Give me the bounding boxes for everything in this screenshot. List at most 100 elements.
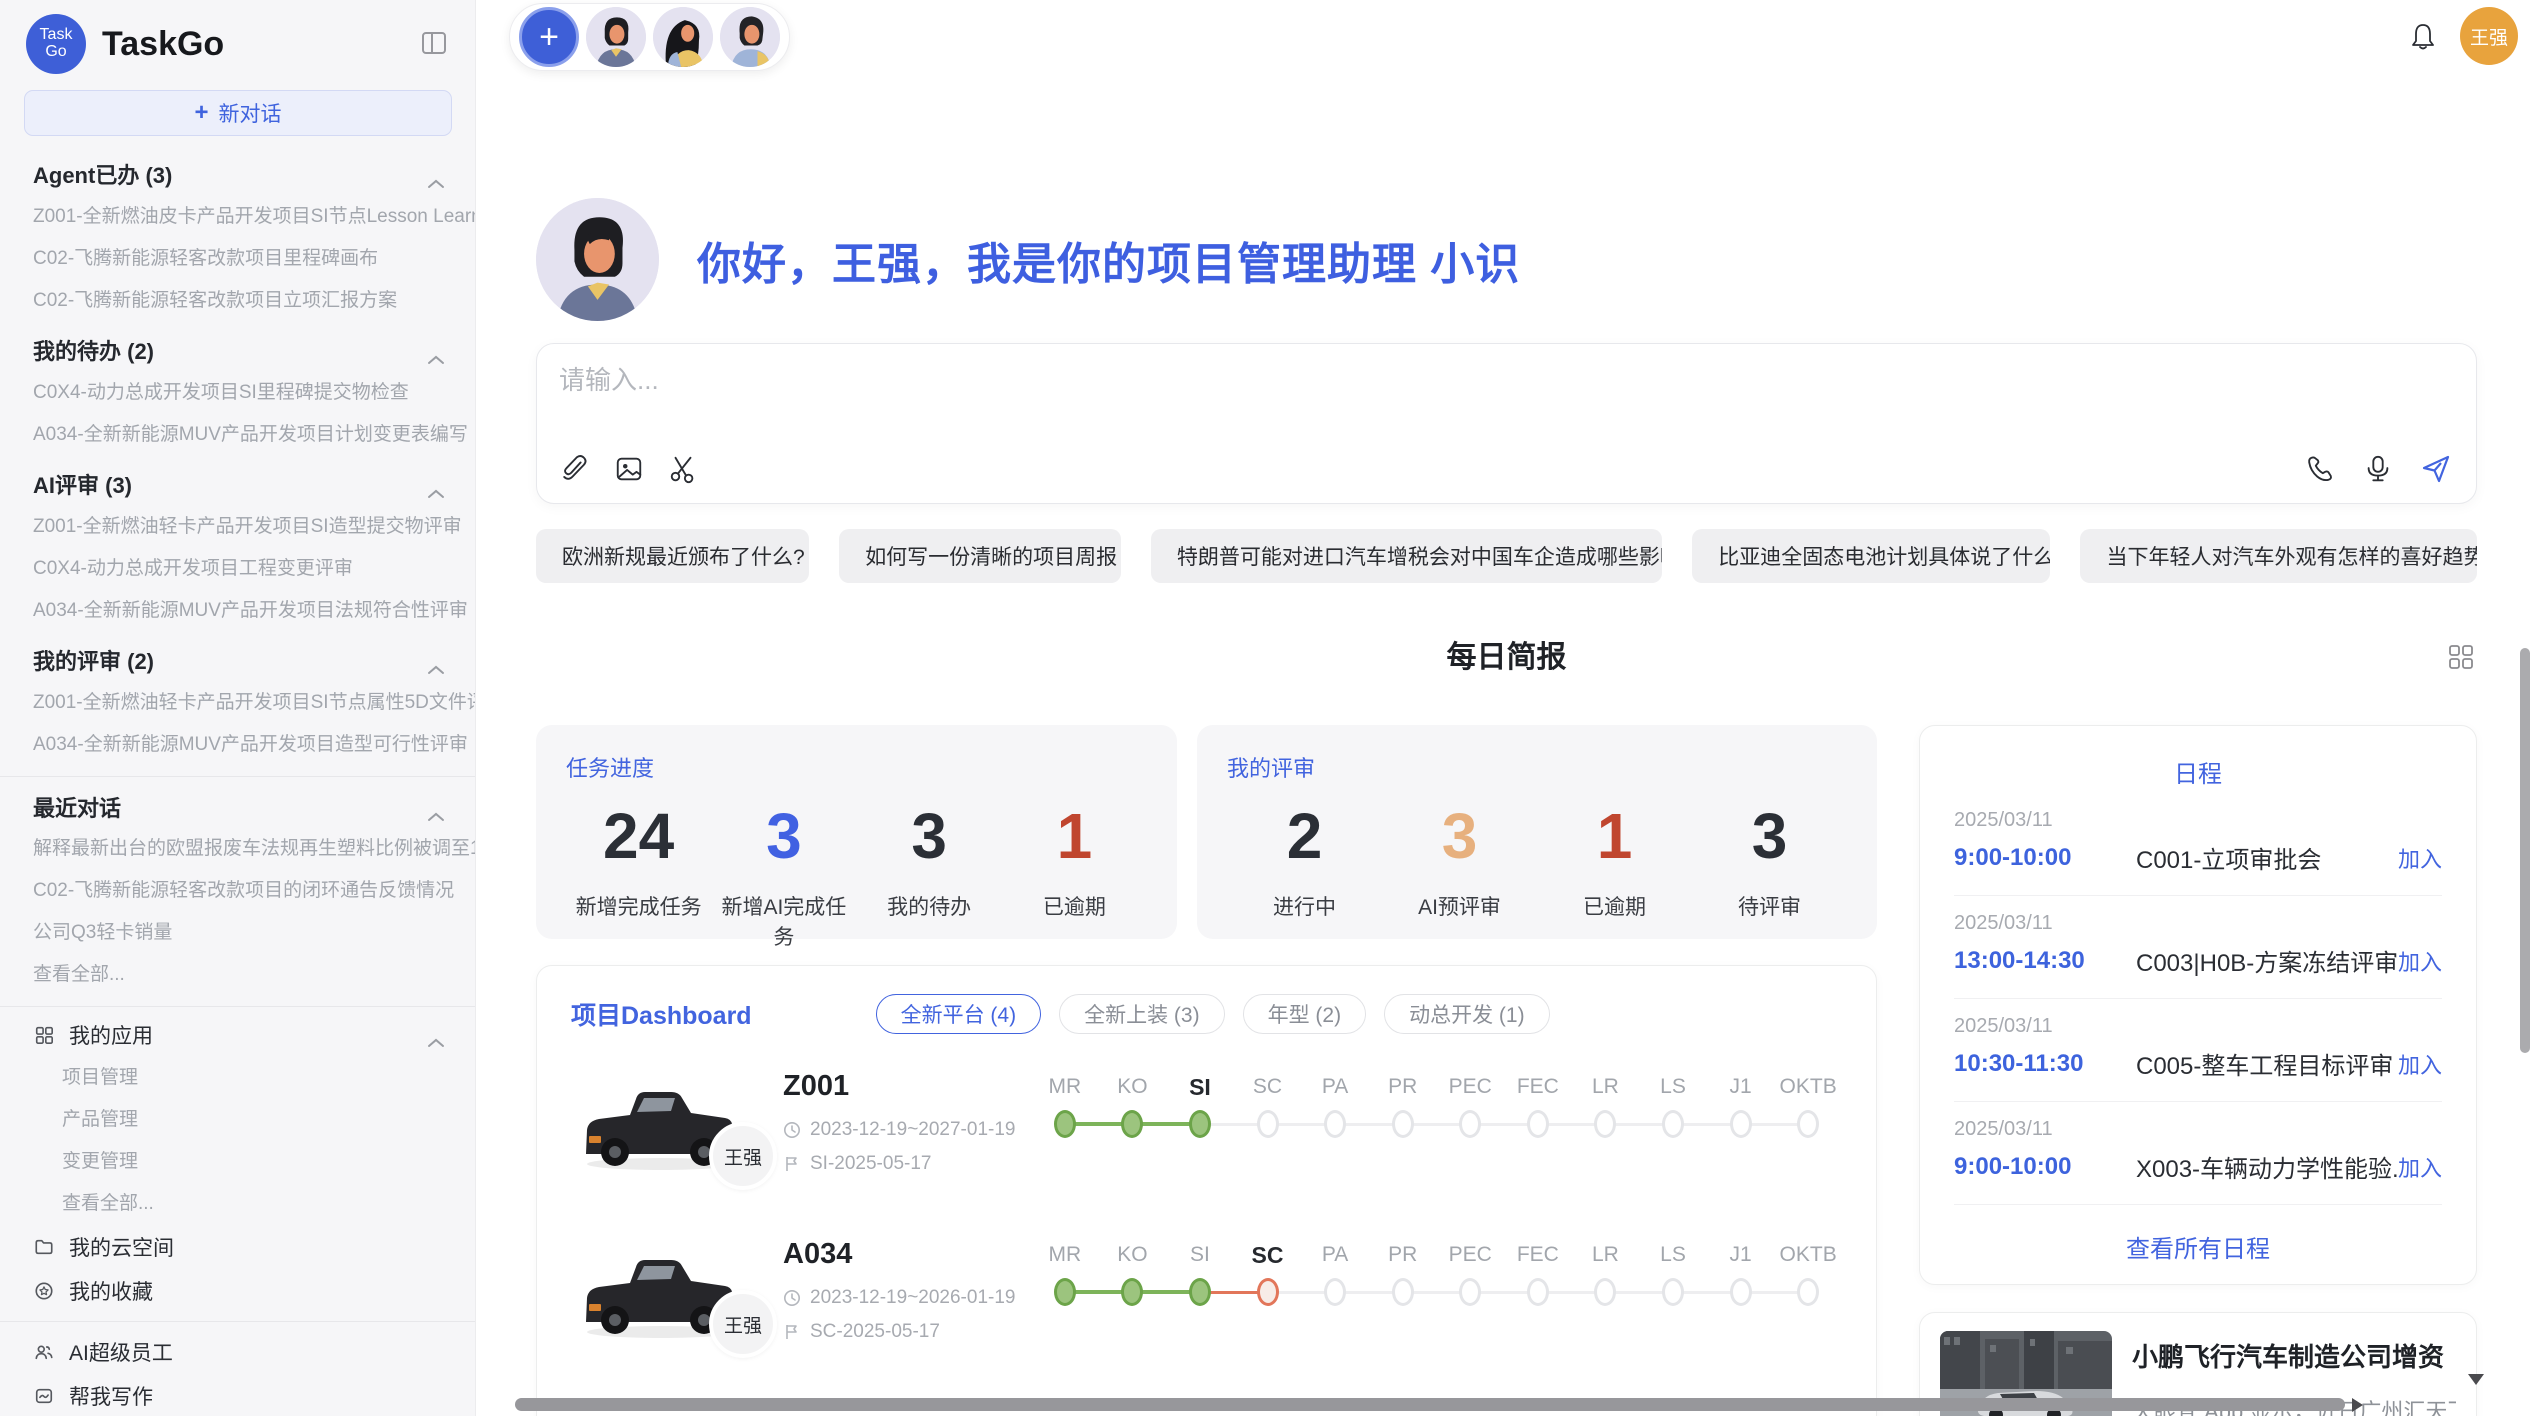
sidebar-group-header[interactable]: 我的评审 (2) [0, 638, 475, 682]
vertical-scrollbar[interactable] [2520, 648, 2530, 1053]
sidebar-item[interactable]: A034-全新新能源MUV产品开发项目计划变更表编写 [0, 414, 475, 456]
milestone-label: LR [1592, 1240, 1619, 1276]
milestone: LS [1639, 1240, 1707, 1370]
sidebar-item[interactable]: Z001-全新燃油轻卡产品开发项目SI造型提交物评审 [0, 506, 475, 548]
sidebar-app-item[interactable]: 产品管理 [0, 1099, 475, 1141]
chevron-up-icon[interactable] [427, 345, 445, 355]
milestone: PEC [1436, 1072, 1504, 1202]
microphone-icon[interactable] [2362, 453, 2394, 485]
dashboard-tab[interactable]: 全新上装 (3) [1059, 994, 1225, 1034]
people-icon [33, 1341, 55, 1363]
milestone-label: MR [1048, 1240, 1081, 1276]
stat-value: 3 [1692, 793, 1847, 879]
schedule-item: 2025/03/1110:30-11:30C005-整车工程目标评审加入 [1954, 999, 2442, 1102]
image-upload-icon[interactable] [613, 453, 645, 485]
chevron-up-icon[interactable] [427, 479, 445, 489]
sidebar-item-folder[interactable]: 我的云空间 [0, 1225, 475, 1269]
view-all-schedule-link[interactable]: 查看所有日程 [1954, 1229, 2442, 1264]
milestone-dot [1730, 1278, 1752, 1306]
sidebar-item[interactable]: 解释最新出台的欧盟报废车法规再生塑料比例被调至15%... [0, 828, 475, 870]
milestone-dot-zone [1774, 1108, 1842, 1152]
sidebar-tool-write[interactable]: 帮我写作 [0, 1374, 475, 1416]
chevron-up-icon[interactable] [427, 655, 445, 665]
stat-label: 已逾期 [1537, 891, 1692, 921]
schedule-line: 9:00-10:00X003-车辆动力学性能验...加入 [1954, 1149, 2442, 1184]
sidebar-item[interactable]: C02-飞腾新能源轻客改款项目的闭环通告反馈情况 [0, 870, 475, 912]
sidebar-item[interactable]: C02-飞腾新能源轻客改款项目里程碑画布 [0, 238, 475, 280]
join-meeting-link[interactable]: 加入 [2398, 945, 2442, 977]
scroll-down-arrow-icon[interactable] [2468, 1374, 2484, 1385]
stat-value: 3 [711, 793, 856, 879]
stat-value: 24 [566, 793, 711, 879]
sidebar-item[interactable]: Z001-全新燃油皮卡产品开发项目SI节点Lesson Learn报告 [0, 196, 475, 238]
sidebar-item[interactable]: Z001-全新燃油轻卡产品开发项目SI节点属性5D文件评审 [0, 682, 475, 724]
horizontal-scrollbar[interactable] [515, 1398, 2345, 1411]
stat-value: 2 [1227, 793, 1382, 879]
schedule-time: 9:00-10:00 [1954, 844, 2122, 872]
chevron-up-icon[interactable] [427, 1030, 445, 1040]
sidebar-app-item[interactable]: 变更管理 [0, 1141, 475, 1183]
sidebar-item[interactable]: 公司Q3轻卡销量 [0, 912, 475, 954]
sidebar-collapse-icon[interactable] [421, 30, 447, 56]
sidebar-group-header[interactable]: Agent已办 (3) [0, 152, 475, 196]
sidebar-group-header[interactable]: 最近对话 [0, 776, 475, 828]
screenshot-scissors-icon[interactable] [667, 453, 699, 485]
chevron-up-icon[interactable] [427, 169, 445, 179]
stat-grid: 2进行中3AI预评审1已逾期3待评审 [1227, 793, 1847, 921]
milestone-dot [1054, 1278, 1076, 1306]
milestone-label: KO [1117, 1240, 1147, 1276]
sidebar-item[interactable]: A034-全新新能源MUV产品开发项目法规符合性评审 [0, 590, 475, 632]
layout-grid-icon[interactable] [2447, 643, 2475, 671]
sidebar-group-header[interactable]: 我的待办 (2) [0, 328, 475, 372]
suggestion-chip[interactable]: 当下年轻人对汽车外观有怎样的喜好趋势 [2080, 529, 2477, 583]
milestone: PR [1369, 1072, 1437, 1202]
join-meeting-link[interactable]: 加入 [2398, 842, 2442, 874]
sidebar-item[interactable]: C02-飞腾新能源轻客改款项目立项汇报方案 [0, 280, 475, 322]
sidebar-item[interactable]: 查看全部... [0, 954, 475, 996]
agent-avatar-1[interactable] [586, 7, 646, 67]
schedule-line: 9:00-10:00C001-立项审批会加入 [1954, 840, 2442, 875]
chevron-up-icon[interactable] [427, 802, 445, 812]
send-icon[interactable] [2420, 453, 2452, 485]
stat-cell: 2进行中 [1227, 793, 1382, 921]
dashboard-tab[interactable]: 全新平台 (4) [876, 994, 1042, 1034]
scroll-right-arrow-icon[interactable] [2352, 1398, 2363, 1412]
chat-input[interactable] [559, 360, 2454, 430]
sidebar-app-item[interactable]: 项目管理 [0, 1057, 475, 1099]
project-timeline: MRKOSISCPAPRPECFECLRLSJ1OKTB [1031, 1066, 1842, 1202]
sidebar-tools-section: AI超级员工帮我写作创意制图 [0, 1321, 475, 1416]
sidebar-item-star[interactable]: 我的收藏 [0, 1269, 475, 1313]
suggestion-chip[interactable]: 如何写一份清晰的项目周报 [839, 529, 1121, 583]
join-meeting-link[interactable]: 加入 [2398, 1151, 2442, 1183]
suggestion-chip[interactable]: 比亚迪全固态电池计划具体说了什么 [1692, 529, 2050, 583]
milestone: PEC [1436, 1240, 1504, 1370]
composer [536, 343, 2477, 504]
suggestion-chip[interactable]: 欧洲新规最近颁布了什么? [536, 529, 809, 583]
dashboard-tab[interactable]: 动总开发 (1) [1384, 994, 1550, 1034]
notification-bell-icon[interactable] [2410, 22, 2436, 52]
sidebar-app-item[interactable]: 查看全部... [0, 1183, 475, 1225]
sidebar-item-my-apps[interactable]: 我的应用 [0, 1013, 475, 1057]
milestone-dot [1797, 1110, 1819, 1138]
milestone-label: SC [1253, 1072, 1282, 1108]
sidebar-item[interactable]: C0X4-动力总成开发项目SI里程碑提交物检查 [0, 372, 475, 414]
sidebar-item[interactable]: C0X4-动力总成开发项目工程变更评审 [0, 548, 475, 590]
milestone: J1 [1707, 1072, 1775, 1202]
join-meeting-link[interactable]: 加入 [2398, 1048, 2442, 1080]
sidebar-tool-people[interactable]: AI超级员工 [0, 1330, 475, 1374]
milestone: LS [1639, 1072, 1707, 1202]
agent-avatar-2[interactable] [653, 7, 713, 67]
dashboard-tab[interactable]: 年型 (2) [1243, 994, 1367, 1034]
sidebar-item[interactable]: A034-全新新能源MUV产品开发项目造型可行性评审 [0, 724, 475, 766]
agent-avatar-3[interactable] [720, 7, 780, 67]
sidebar-group-header[interactable]: AI评审 (3) [0, 462, 475, 506]
user-avatar[interactable]: 王强 [2460, 7, 2518, 65]
new-chat-button[interactable]: + 新对话 [24, 90, 452, 136]
add-agent-button[interactable]: + [519, 7, 579, 67]
sidebar-group-title: AI评审 (3) [33, 468, 132, 500]
suggestion-chip[interactable]: 特朗普可能对进口汽车增税会对中国车企造成哪些影响 [1151, 529, 1662, 583]
milestone-dot [1121, 1110, 1143, 1138]
milestone-label: LS [1660, 1240, 1686, 1276]
phone-call-icon[interactable] [2304, 453, 2336, 485]
attachment-icon[interactable] [559, 453, 591, 485]
